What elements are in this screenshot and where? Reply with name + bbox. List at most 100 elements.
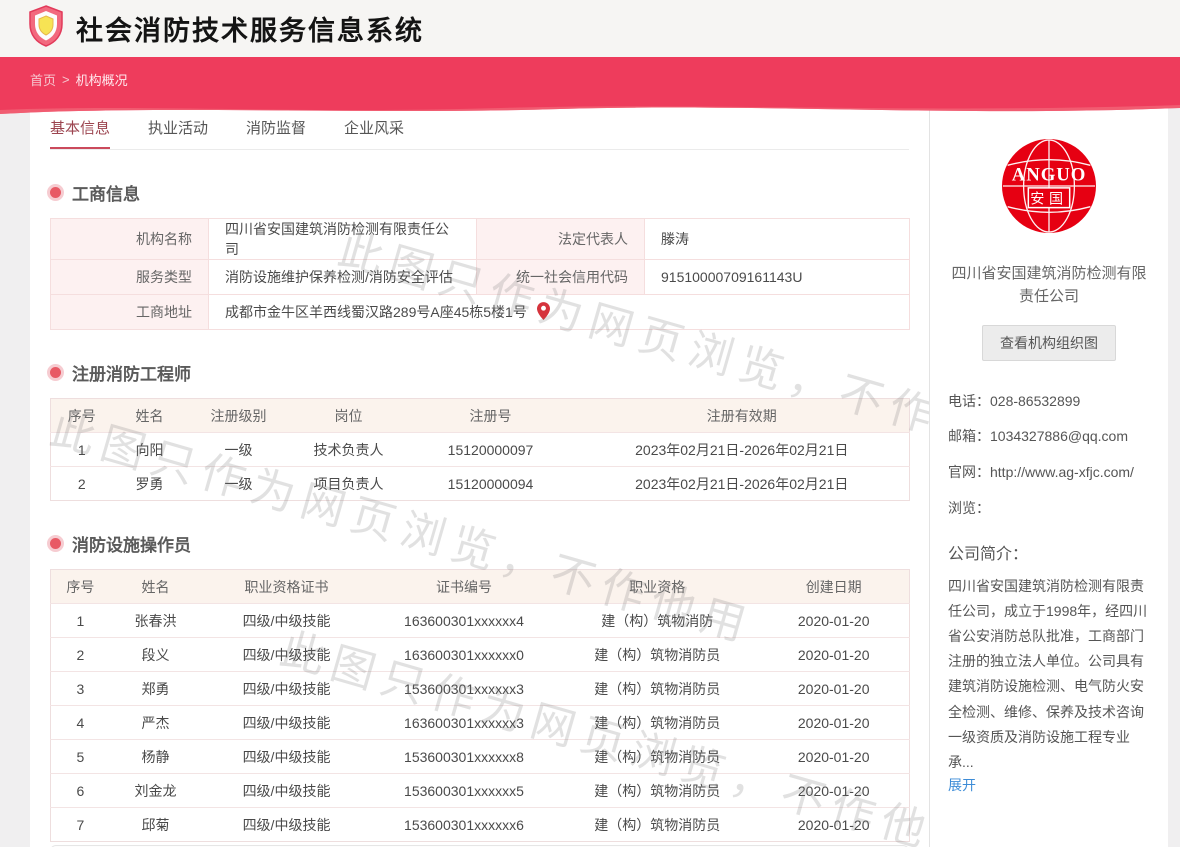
sidebar-company-name: 四川省安国建筑消防检测有限责任公司 [948, 262, 1150, 309]
legal-rep-label: 法定代表人 [477, 219, 645, 260]
tab-bar: 基本信息 执业活动 消防监督 企业风采 [50, 101, 909, 150]
column-header: 注册级别 [187, 399, 291, 433]
table-cell: 技术负责人 [291, 433, 407, 467]
table-cell: 153600301xxxxxx8 [372, 740, 556, 774]
table-cell: 郑勇 [110, 672, 201, 706]
table-cell: 刘金龙 [110, 774, 201, 808]
table-cell: 2020-01-20 [758, 638, 909, 672]
contact-label: 电话： [948, 391, 990, 413]
service-type-label: 服务类型 [51, 260, 209, 295]
table-header-row: 序号姓名职业资格证书证书编号职业资格创建日期 [51, 570, 910, 604]
bullet-dot-icon [50, 187, 61, 198]
table-cell: 3 [51, 672, 110, 706]
expand-link[interactable]: 展开 [948, 777, 976, 793]
table-cell: 163600301xxxxxx4 [372, 604, 556, 638]
table-cell: 张春洪 [110, 604, 201, 638]
column-header: 注册有效期 [575, 399, 910, 433]
table-cell: 5 [51, 740, 110, 774]
contact-label: 官网： [948, 462, 990, 484]
table-cell: 建（构）筑物消防员 [556, 638, 758, 672]
map-pin-icon[interactable] [537, 307, 550, 323]
column-header: 岗位 [291, 399, 407, 433]
table-cell: 罗勇 [113, 467, 187, 501]
legal-rep-value: 滕涛 [645, 219, 910, 260]
table-cell: 邱菊 [110, 808, 201, 842]
table-cell: 四级/中级技能 [201, 706, 372, 740]
table-row: 2段义四级/中级技能163600301xxxxxx0建（构）筑物消防员2020-… [51, 638, 910, 672]
table-cell: 2020-01-20 [758, 672, 909, 706]
table-cell: 153600301xxxxxx3 [372, 672, 556, 706]
breadcrumb-home-link[interactable]: 首页 [30, 70, 56, 89]
table-cell: 15120000097 [407, 433, 575, 467]
credit-code-value: 91510000709161143U [645, 260, 910, 295]
section-title-business-info: 工商信息 [50, 180, 909, 205]
table-cell: 四级/中级技能 [201, 638, 372, 672]
column-header: 创建日期 [758, 570, 909, 604]
contact-label: 浏览： [948, 498, 990, 518]
column-header: 姓名 [113, 399, 187, 433]
address-value: 成都市金牛区羊西线蜀汉路289号A座45栋5楼1号 [209, 295, 910, 330]
table-cell: 向阳 [113, 433, 187, 467]
tab-fire-supervision[interactable]: 消防监督 [246, 117, 306, 149]
table-cell: 项目负责人 [291, 467, 407, 501]
credit-code-label: 统一社会信用代码 [477, 260, 645, 295]
table-cell: 1 [51, 433, 113, 467]
table-row: 5杨静四级/中级技能153600301xxxxxx8建（构）筑物消防员2020-… [51, 740, 910, 774]
top-banner: 首页 > 机构概况 [0, 57, 1180, 101]
operators-table: 序号姓名职业资格证书证书编号职业资格创建日期 1张春洪四级/中级技能163600… [50, 569, 910, 842]
tab-practice-activity[interactable]: 执业活动 [148, 117, 208, 149]
org-name-label: 机构名称 [51, 219, 209, 260]
section-title-engineers: 注册消防工程师 [50, 360, 909, 385]
table-cell: 153600301xxxxxx5 [372, 774, 556, 808]
view-org-chart-button[interactable]: 查看机构组织图 [982, 325, 1116, 361]
svg-text:安国: 安国 [1030, 190, 1068, 206]
column-header: 职业资格 [556, 570, 758, 604]
table-cell: 一级 [187, 433, 291, 467]
site-header: 社会消防技术服务信息系统 [0, 0, 1180, 57]
company-intro-text: 四川省安国建筑消防检测有限责任公司，成立于1998年，经四川省公安消防总队批准，… [948, 574, 1150, 776]
bullet-dot-icon [50, 367, 61, 378]
table-row: 7邱菊四级/中级技能153600301xxxxxx6建（构）筑物消防员2020-… [51, 808, 910, 842]
address-label: 工商地址 [51, 295, 209, 330]
table-cell: 段义 [110, 638, 201, 672]
org-name-value: 四川省安国建筑消防检测有限责任公司 [209, 219, 477, 260]
table-cell: 建（构）筑物消防 [556, 604, 758, 638]
column-header: 证书编号 [372, 570, 556, 604]
table-cell: 2020-01-20 [758, 740, 909, 774]
table-cell: 2023年02月21日-2026年02月21日 [575, 467, 910, 501]
site-title: 社会消防技术服务信息系统 [76, 9, 424, 48]
table-cell: 2020-01-20 [758, 604, 909, 638]
table-cell: 1 [51, 604, 110, 638]
main-panel: 此图只作为网页浏览，不作他用 此图只作为网页浏览，不作他用 此图只作为网页浏览，… [30, 101, 930, 847]
contact-value: 028-86532899 [990, 391, 1080, 413]
column-header: 姓名 [110, 570, 201, 604]
column-header: 职业资格证书 [201, 570, 372, 604]
section-title-operators: 消防设施操作员 [50, 531, 909, 556]
contact-row: 浏览： [948, 498, 1150, 518]
table-cell: 6 [51, 774, 110, 808]
table-cell: 15120000094 [407, 467, 575, 501]
bullet-dot-icon [50, 538, 61, 549]
anguo-logo-icon: ANGUO 安国 [1002, 139, 1096, 233]
table-cell: 杨静 [110, 740, 201, 774]
table-cell: 四级/中级技能 [201, 604, 372, 638]
table-cell: 2020-01-20 [758, 808, 909, 842]
table-cell: 四级/中级技能 [201, 740, 372, 774]
table-cell: 建（构）筑物消防员 [556, 740, 758, 774]
tab-basic-info[interactable]: 基本信息 [50, 117, 110, 149]
table-cell: 四级/中级技能 [201, 672, 372, 706]
table-cell: 四级/中级技能 [201, 808, 372, 842]
breadcrumb: 首页 > 机构概况 [30, 70, 128, 89]
table-cell: 四级/中级技能 [201, 774, 372, 808]
table-cell: 163600301xxxxxx3 [372, 706, 556, 740]
contact-row: 电话：028-86532899 [948, 391, 1150, 413]
engineers-table: 序号姓名注册级别岗位注册号注册有效期 1向阳一级技术负责人15120000097… [50, 398, 910, 501]
table-cell: 2 [51, 638, 110, 672]
table-cell: 2020-01-20 [758, 706, 909, 740]
column-header: 序号 [51, 399, 113, 433]
table-cell: 2023年02月21日-2026年02月21日 [575, 433, 910, 467]
table-row: 工商地址 成都市金牛区羊西线蜀汉路289号A座45栋5楼1号 [51, 295, 910, 330]
table-cell: 153600301xxxxxx6 [372, 808, 556, 842]
table-row: 服务类型 消防设施维护保养检测/消防安全评估 统一社会信用代码 91510000… [51, 260, 910, 295]
tab-company-showcase[interactable]: 企业风采 [344, 117, 404, 149]
